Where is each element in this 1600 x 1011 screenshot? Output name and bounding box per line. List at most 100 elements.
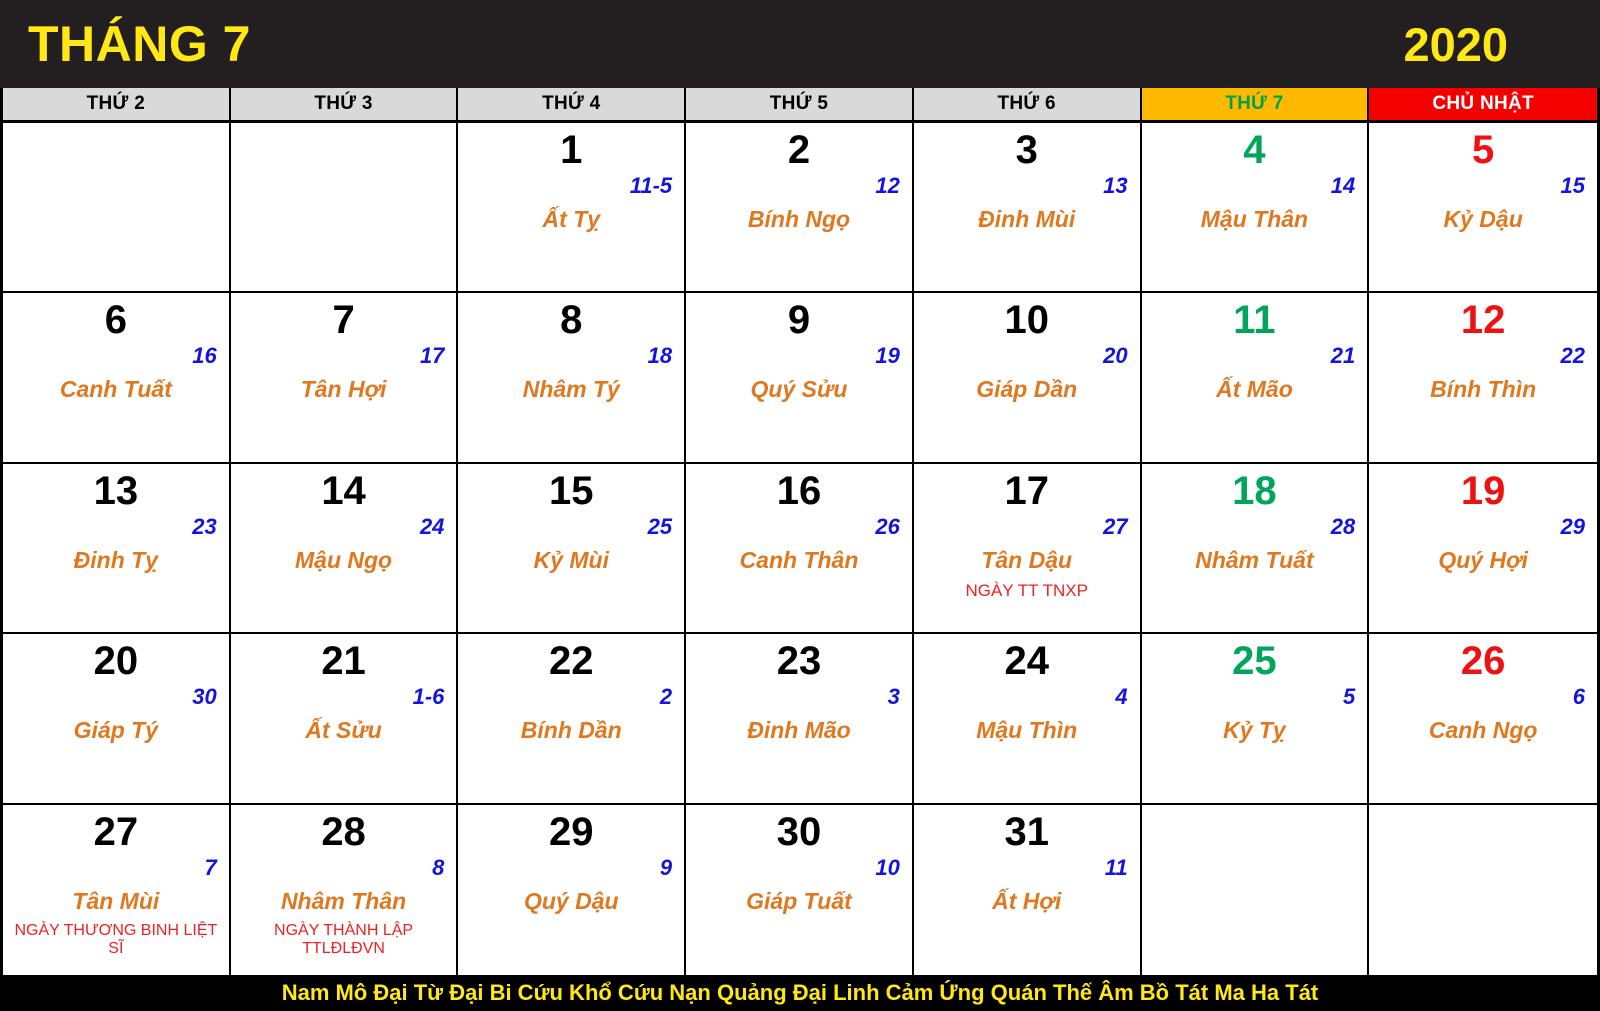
can-chi-label: Ất Tỵ	[542, 206, 601, 232]
lunar-date: 19	[875, 343, 900, 369]
lunar-date: 1-6	[412, 684, 445, 710]
solar-date: 26	[1460, 639, 1506, 684]
lunar-date: 30	[192, 684, 217, 710]
can-chi-label: Mậu Thân	[1200, 206, 1309, 232]
lunar-date: 16	[192, 343, 217, 369]
calendar-day-cell[interactable]: 1 11-5 Ất Tỵ	[458, 123, 687, 292]
calendar-day-cell[interactable]: 20 30 Giáp Tý	[3, 634, 231, 803]
calendar-day-cell[interactable]: 24 4 Mậu Thìn	[913, 634, 1142, 803]
calendar-day-cell[interactable]: 23 3 Đinh Mão	[686, 634, 914, 803]
solar-date: 30	[776, 809, 822, 854]
can-chi-label: Giáp Tuất	[746, 887, 852, 914]
calendar-cell-empty	[3, 123, 231, 292]
can-chi-label: Canh Thân	[739, 546, 859, 573]
calendar-week-row: 27 7 Tân Mùi NGÀY THƯƠNG BINH LIỆT SĨ 28 8 Nhâ…	[3, 804, 1597, 975]
calendar-day-cell[interactable]: 7 17 Tân Hợi	[230, 293, 459, 462]
calendar-week-row: 20 30 Giáp Tý 21 1-6 Ất Sửu 22 2 Bính Dần 23 3 Đinh…	[3, 634, 1597, 805]
calendar-cell-empty	[1141, 804, 1370, 975]
lunar-date: 27	[1103, 513, 1128, 539]
solar-date: 14	[321, 468, 366, 513]
can-chi-label: Tân Hợi	[300, 376, 387, 403]
solar-date: 23	[776, 639, 822, 684]
solar-date: 3	[1015, 128, 1038, 172]
calendar-day-cell[interactable]: 29 9 Quý Dậu	[458, 804, 687, 975]
calendar-day-cell[interactable]: 5 15 Kỷ Dậu	[1369, 123, 1597, 292]
lunar-date: 11	[1104, 854, 1128, 880]
lunar-date: 26	[875, 513, 900, 539]
can-chi-label: Giáp Dần	[976, 376, 1078, 403]
solar-date: 29	[549, 809, 594, 854]
calendar-day-cell[interactable]: 17 27 Tân Dậu NGÀY TT TNXP	[913, 463, 1142, 633]
lunar-date: 5	[1343, 684, 1356, 710]
can-chi-label: Đinh Tỵ	[73, 546, 159, 573]
footer-banner: Nam Mô Đại Từ Đại Bi Cứu Khổ Cứu Nạn Quả…	[0, 975, 1600, 1011]
can-chi-label: Mậu Thìn	[976, 717, 1078, 744]
can-chi-label: Tân Mùi	[72, 887, 160, 914]
solar-date: 13	[93, 468, 139, 513]
solar-date: 18	[1232, 468, 1277, 513]
calendar-day-cell[interactable]: 18 28 Nhâm Tuất	[1141, 463, 1370, 633]
lunar-date: 20	[1103, 343, 1128, 369]
holiday-note: NGÀY TT TNXP	[965, 580, 1088, 600]
can-chi-label: Mậu Ngọ	[295, 546, 393, 573]
calendar-day-cell[interactable]: 10 20 Giáp Dần	[913, 293, 1142, 462]
solar-date: 5	[1472, 128, 1495, 172]
weekday-header-6: THỨ 7	[1141, 88, 1370, 120]
can-chi-label: Ất Mão	[1216, 376, 1293, 403]
calendar-grid: THỨ 2 THỨ 3 THỨ 4 THỨ 5 THỨ 6 THỨ 7 CHỦ NHẬT 1…	[0, 88, 1600, 975]
calendar-week-row: 13 23 Đinh Tỵ 14 24 Mậu Ngọ 15 25 Kỷ Mùi 16 26 Canh…	[3, 463, 1597, 635]
calendar-day-cell[interactable]: 12 22 Bính Thìn	[1369, 293, 1597, 462]
calendar-day-cell[interactable]: 14 24 Mậu Ngọ	[230, 463, 459, 633]
can-chi-label: Đinh Mùi	[978, 206, 1076, 232]
solar-date: 11	[1233, 298, 1276, 343]
can-chi-label: Quý Sửu	[750, 376, 848, 403]
calendar-day-cell[interactable]: 30 10 Giáp Tuất	[686, 804, 914, 975]
lunar-date: 14	[1330, 173, 1356, 198]
lunar-date: 13	[1103, 173, 1128, 198]
calendar-day-cell[interactable]: 19 29 Quý Hợi	[1369, 463, 1597, 633]
calendar-day-cell[interactable]: 27 7 Tân Mùi NGÀY THƯƠNG BINH LIỆT SĨ	[3, 804, 231, 975]
calendar-day-cell[interactable]: 22 2 Bính Dần	[458, 634, 687, 803]
lunar-date: 28	[1330, 513, 1356, 539]
solar-date: 19	[1460, 468, 1506, 513]
calendar-day-cell[interactable]: 16 26 Canh Thân	[686, 463, 914, 633]
solar-date: 25	[1232, 639, 1277, 684]
calendar-day-cell[interactable]: 21 1-6 Ất Sửu	[230, 634, 459, 803]
solar-date: 9	[787, 298, 811, 343]
solar-date: 7	[332, 298, 355, 343]
calendar-day-cell[interactable]: 9 19 Quý Sửu	[686, 293, 914, 462]
lunar-date: 15	[1560, 173, 1585, 198]
calendar-day-cell[interactable]: 4 14 Mậu Thân	[1141, 123, 1370, 292]
calendar-day-cell[interactable]: 6 16 Canh Tuất	[3, 293, 231, 462]
solar-date: 17	[1004, 468, 1049, 513]
calendar-day-cell[interactable]: 3 13 Đinh Mùi	[913, 123, 1142, 292]
can-chi-label: Nhâm Tý	[522, 376, 620, 403]
solar-date: 27	[93, 809, 139, 854]
can-chi-label: Ất Sửu	[305, 717, 382, 744]
solar-date: 22	[549, 639, 594, 684]
calendar-day-cell[interactable]: 15 25 Kỷ Mùi	[458, 463, 687, 633]
calendar-day-cell[interactable]: 11 21 Ất Mão	[1141, 293, 1370, 462]
weekday-header-7: CHỦ NHẬT	[1369, 88, 1597, 120]
calendar-day-cell[interactable]: 31 11 Ất Hợi	[913, 804, 1142, 975]
lunar-date: 17	[419, 343, 445, 369]
calendar-day-cell[interactable]: 8 18 Nhâm Tý	[458, 293, 687, 462]
calendar-cell-empty	[1369, 804, 1597, 975]
lunar-date: 11-5	[629, 173, 673, 198]
can-chi-label: Ất Hợi	[992, 887, 1062, 914]
can-chi-label: Tân Dậu	[981, 546, 1073, 573]
solar-date: 10	[1004, 298, 1049, 343]
solar-date: 4	[1243, 128, 1266, 172]
calendar-day-cell[interactable]: 25 5 Kỷ Tỵ	[1141, 634, 1370, 803]
solar-date: 16	[776, 468, 822, 513]
solar-date: 1	[560, 128, 583, 172]
can-chi-label: Quý Dậu	[523, 887, 619, 914]
calendar-titlebar: THÁNG 7 2020	[0, 0, 1600, 88]
weekday-header-4: THỨ 5	[686, 88, 914, 120]
can-chi-label: Bính Dần	[520, 717, 622, 744]
calendar-day-cell[interactable]: 13 23 Đinh Tỵ	[3, 463, 231, 633]
calendar-day-cell[interactable]: 26 6 Canh Ngọ	[1369, 634, 1597, 803]
solar-date: 12	[1460, 298, 1506, 343]
calendar-day-cell[interactable]: 2 12 Bính Ngọ	[686, 123, 914, 292]
calendar-day-cell[interactable]: 28 8 Nhâm Thân NGÀY THÀNH LẬP TTLĐLĐVN	[230, 804, 459, 975]
